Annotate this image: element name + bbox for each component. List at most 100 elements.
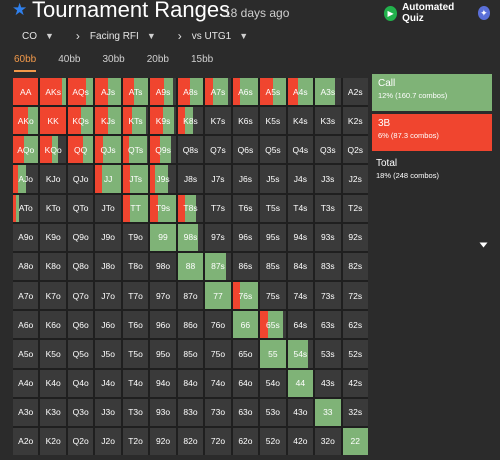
hand-cell[interactable]: K7o <box>40 282 66 310</box>
hand-cell[interactable]: 65o <box>232 340 259 368</box>
hand-cell[interactable]: 52s <box>342 340 368 368</box>
hand-cell[interactable]: J4s <box>287 165 314 193</box>
hand-cell[interactable]: K4s <box>287 107 314 135</box>
hand-cell[interactable]: Q6s <box>232 136 259 164</box>
hand-cell[interactable]: 82o <box>177 427 204 455</box>
hand-cell[interactable]: Q2o <box>67 427 94 455</box>
hand-cell[interactable]: 64o <box>232 369 259 397</box>
hand-cell[interactable]: K7s <box>205 107 231 135</box>
hand-cell[interactable]: Q9s <box>150 136 176 164</box>
hand-cell[interactable]: T7o <box>122 282 149 310</box>
hand-cell[interactable]: 95o <box>150 340 176 368</box>
hand-cell[interactable]: 99 <box>150 223 176 251</box>
hand-cell[interactable]: 73o <box>205 398 231 426</box>
hand-cell[interactable]: TT <box>122 194 149 222</box>
hand-cell[interactable]: K8s <box>177 107 204 135</box>
hand-cell[interactable]: 86s <box>232 252 259 281</box>
hand-cell[interactable]: K4o <box>40 369 66 397</box>
hand-cell[interactable]: A2o <box>13 427 39 455</box>
automated-quiz-button[interactable]: ▶ Automated Quiz ✦ <box>384 2 490 24</box>
hand-cell[interactable]: A5o <box>13 340 39 368</box>
hand-cell[interactable]: T3s <box>315 194 341 222</box>
hand-cell[interactable]: JTo <box>95 194 121 222</box>
hand-cell[interactable]: QTs <box>122 136 149 164</box>
tab-30bb[interactable]: 30bb <box>103 50 125 72</box>
hand-cell[interactable]: J6o <box>95 311 121 339</box>
hand-cell[interactable]: Q6o <box>67 311 94 339</box>
hand-cell[interactable]: T6o <box>122 311 149 339</box>
hand-cell[interactable]: T4o <box>122 369 149 397</box>
hand-cell[interactable]: 73s <box>315 282 341 310</box>
hand-cell[interactable]: Q5s <box>260 136 286 164</box>
hand-cell[interactable]: QTo <box>67 194 94 222</box>
hand-cell[interactable]: 64s <box>287 311 314 339</box>
hand-cell[interactable]: T4s <box>287 194 314 222</box>
hand-cell[interactable]: 84s <box>287 252 314 281</box>
legend-call[interactable]: Call 12% (160.7 combos) <box>372 74 492 111</box>
hand-cell[interactable]: J4o <box>95 369 121 397</box>
hand-cell[interactable]: J3o <box>95 398 121 426</box>
hand-cell[interactable]: A7s <box>205 78 231 106</box>
hand-cell[interactable]: K3s <box>315 107 341 135</box>
hand-cell[interactable]: 65s <box>260 311 286 339</box>
hand-cell[interactable]: 93s <box>315 223 341 251</box>
hand-cell[interactable]: 96s <box>232 223 259 251</box>
hand-cell[interactable]: T8s <box>177 194 204 222</box>
hand-cell[interactable]: 83o <box>177 398 204 426</box>
hand-cell[interactable]: KTo <box>40 194 66 222</box>
hand-cell[interactable]: AKo <box>13 107 39 135</box>
star-icon[interactable]: ★ <box>12 0 27 20</box>
hand-cell[interactable]: AQs <box>67 78 94 106</box>
hand-cell[interactable]: K2o <box>40 427 66 455</box>
hand-cell[interactable]: QQ <box>67 136 94 164</box>
hand-cell[interactable]: J2s <box>342 165 368 193</box>
hand-cell[interactable]: ATs <box>122 78 149 106</box>
hand-cell[interactable]: 94o <box>150 369 176 397</box>
hand-cell[interactable]: 87o <box>177 282 204 310</box>
hand-cell[interactable]: A4s <box>287 78 314 106</box>
hand-cell[interactable]: J5o <box>95 340 121 368</box>
hand-cell[interactable]: A6o <box>13 311 39 339</box>
hand-cell[interactable]: 43o <box>287 398 314 426</box>
hand-cell[interactable]: QJs <box>95 136 121 164</box>
hand-cell[interactable]: 74o <box>205 369 231 397</box>
hand-cell[interactable]: KJo <box>40 165 66 193</box>
tab-40bb[interactable]: 40bb <box>58 50 80 72</box>
hand-cell[interactable]: 72o <box>205 427 231 455</box>
hand-cell[interactable]: 54o <box>260 369 286 397</box>
hand-cell[interactable]: T9o <box>122 223 149 251</box>
hand-cell[interactable]: 62s <box>342 311 368 339</box>
hand-cell[interactable]: 74s <box>287 282 314 310</box>
hand-cell[interactable]: J7s <box>205 165 231 193</box>
hand-cell[interactable]: 98s <box>177 223 204 251</box>
hand-cell[interactable]: KJs <box>95 107 121 135</box>
hand-cell[interactable]: J6s <box>232 165 259 193</box>
hand-cell[interactable]: 84o <box>177 369 204 397</box>
hand-cell[interactable]: T2o <box>122 427 149 455</box>
hand-cell[interactable]: 32o <box>315 427 341 455</box>
hand-cell[interactable]: 63s <box>315 311 341 339</box>
hand-cell[interactable]: AJs <box>95 78 121 106</box>
hand-cell[interactable]: 53o <box>260 398 286 426</box>
hand-cell[interactable]: Q3o <box>67 398 94 426</box>
hand-cell[interactable]: J2o <box>95 427 121 455</box>
hand-cell[interactable]: J8s <box>177 165 204 193</box>
hand-cell[interactable]: 75s <box>260 282 286 310</box>
hand-cell[interactable]: A2s <box>342 78 368 106</box>
action-selector[interactable]: Facing RFI ▼ <box>90 31 156 42</box>
hand-cell[interactable]: AQo <box>13 136 39 164</box>
hand-cell[interactable]: 72s <box>342 282 368 310</box>
hand-cell[interactable]: A6s <box>232 78 259 106</box>
hand-cell[interactable]: 42o <box>287 427 314 455</box>
hand-cell[interactable]: KK <box>40 107 66 135</box>
hand-cell[interactable]: Q8o <box>67 252 94 281</box>
hand-cell[interactable]: 44 <box>287 369 314 397</box>
hand-cell[interactable]: 75o <box>205 340 231 368</box>
hand-cell[interactable]: 98o <box>150 252 176 281</box>
hand-cell[interactable]: AJo <box>13 165 39 193</box>
hand-cell[interactable]: AKs <box>40 78 66 106</box>
hand-cell[interactable]: 43s <box>315 369 341 397</box>
hand-cell[interactable]: 82s <box>342 252 368 281</box>
hand-cell[interactable]: Q4o <box>67 369 94 397</box>
hand-cell[interactable]: A9s <box>150 78 176 106</box>
